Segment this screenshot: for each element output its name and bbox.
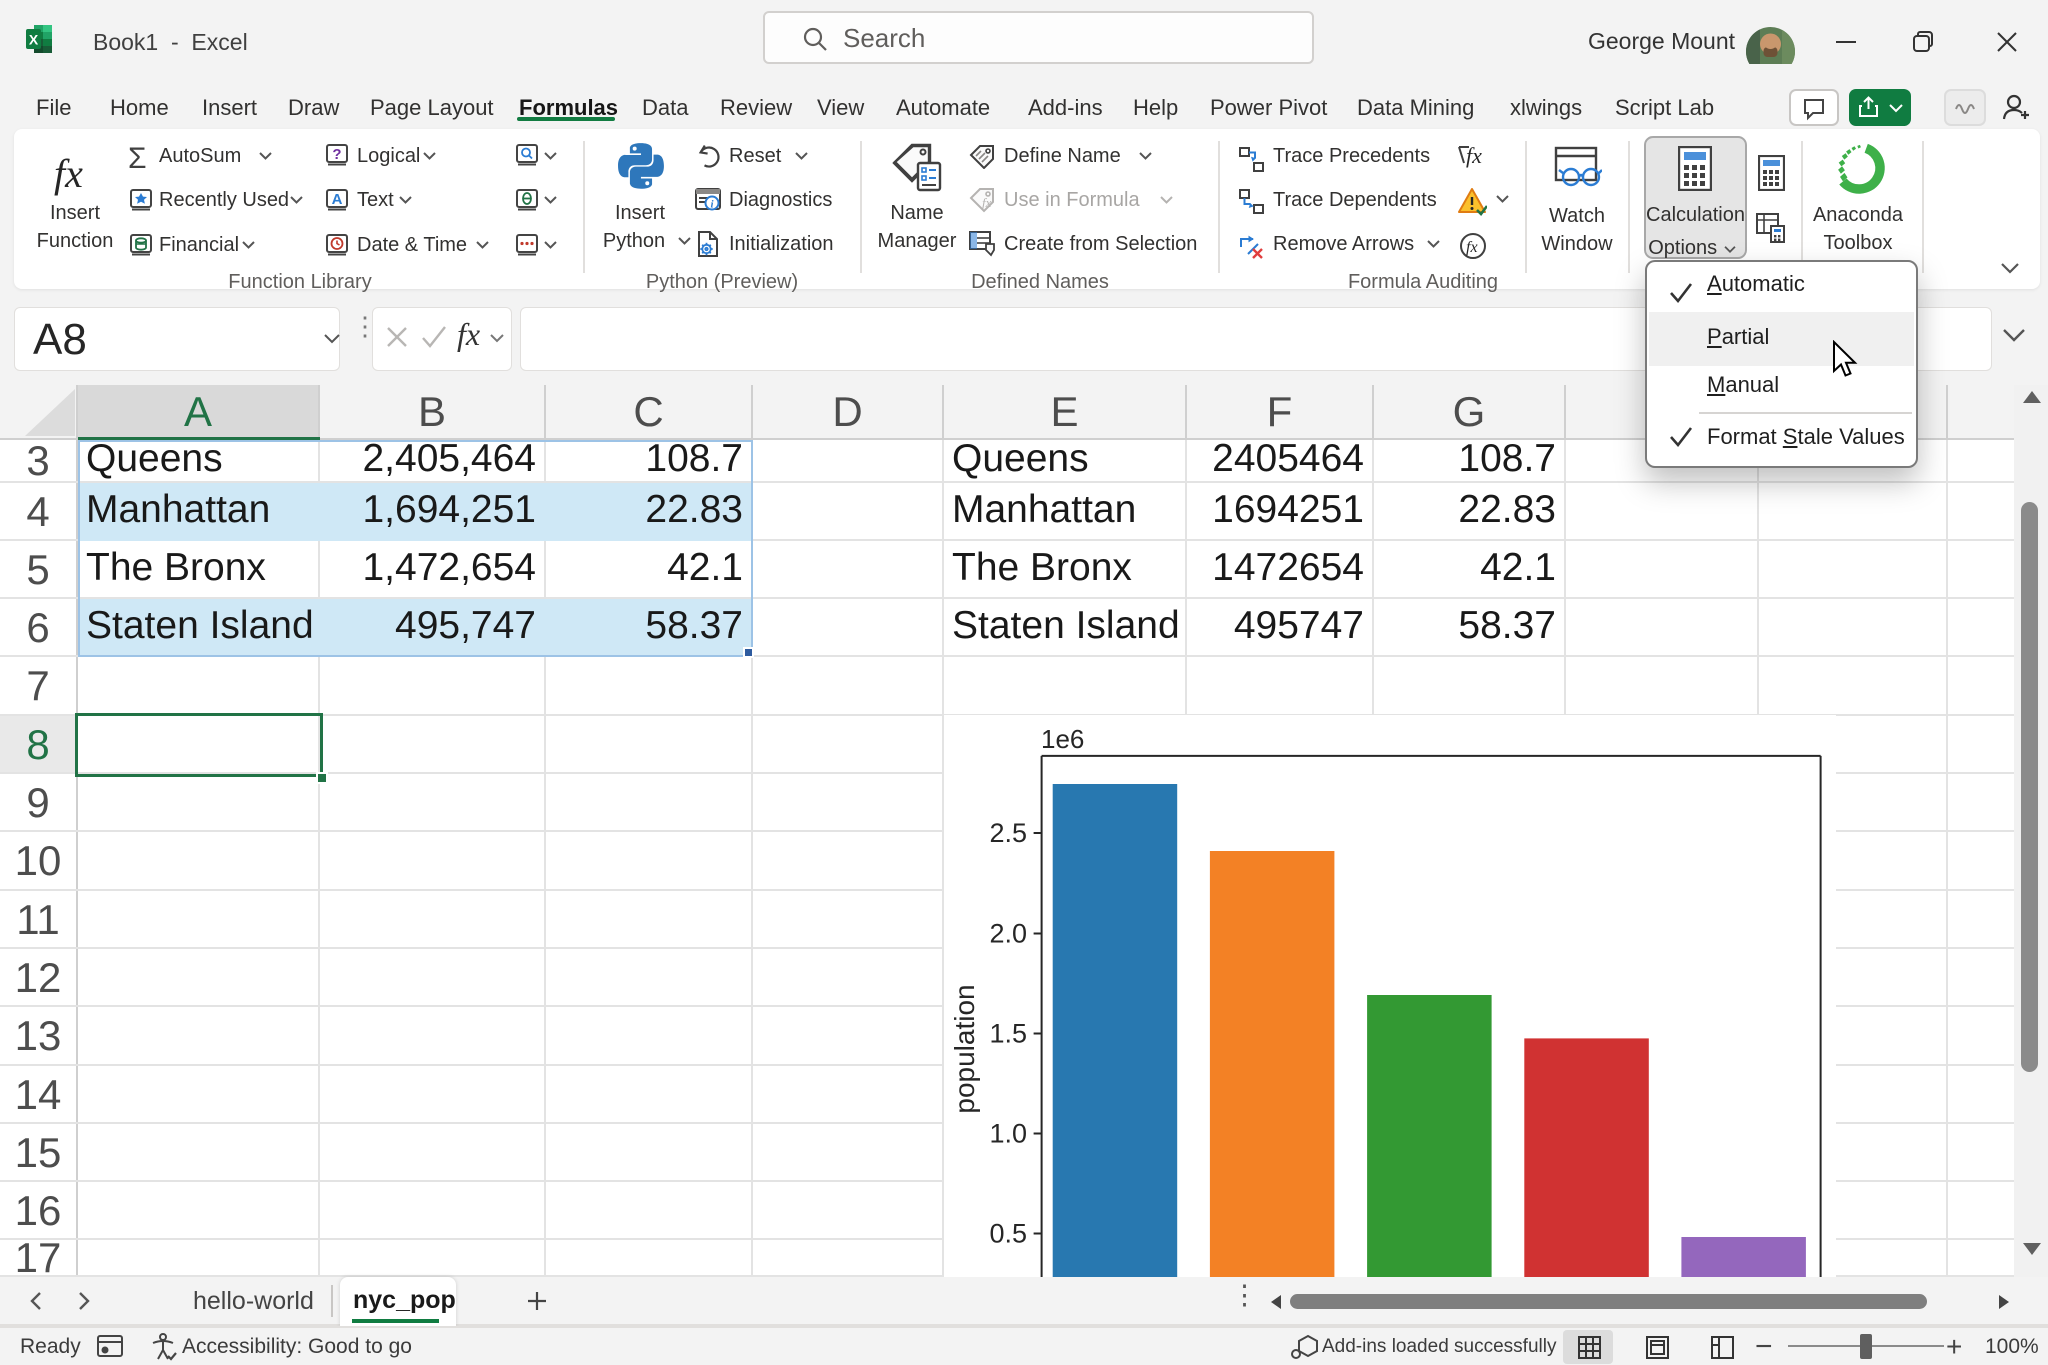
svg-text:population: population — [949, 984, 980, 1113]
svg-text:2.0: 2.0 — [989, 919, 1027, 949]
svg-text:1e6: 1e6 — [1041, 724, 1084, 754]
svg-text:fx: fx — [1466, 143, 1482, 168]
svg-text:fx: fx — [1466, 239, 1478, 256]
svg-text:1.5: 1.5 — [989, 1019, 1027, 1049]
svg-text:X: X — [29, 32, 39, 48]
svg-text:?: ? — [332, 146, 341, 163]
svg-text:fx: fx — [982, 195, 992, 210]
svg-text:0.5: 0.5 — [989, 1219, 1027, 1249]
svg-text:2.5: 2.5 — [989, 818, 1027, 848]
svg-text:A: A — [332, 191, 343, 208]
svg-text:1.0: 1.0 — [989, 1119, 1027, 1149]
